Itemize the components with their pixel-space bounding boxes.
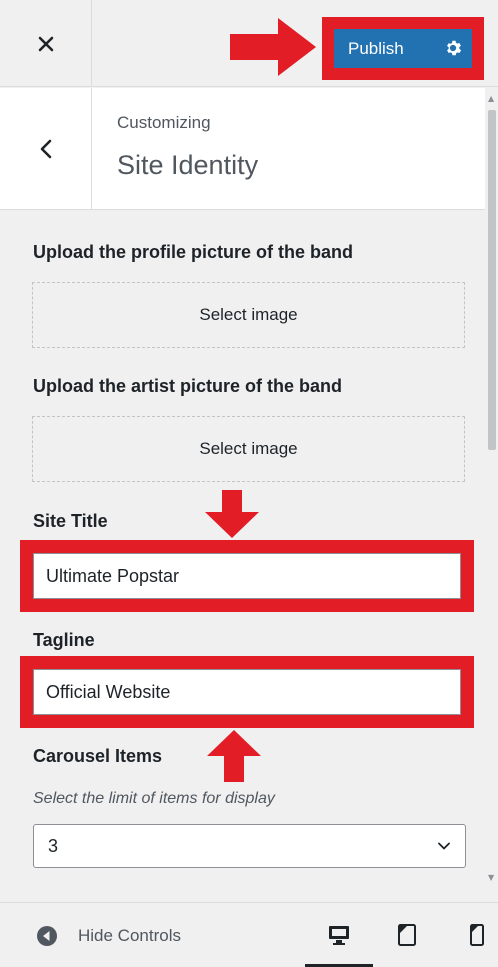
publish-button[interactable]: Publish <box>334 29 472 68</box>
annotation-arrow-down <box>205 490 259 538</box>
profile-select-image-button[interactable]: Select image <box>32 282 465 348</box>
collapse-icon <box>37 926 57 946</box>
gear-icon[interactable] <box>444 39 462 57</box>
carousel-items-label: Carousel Items <box>33 746 163 766</box>
customizer-header: Publish <box>0 0 498 87</box>
desktop-preview-button[interactable] <box>325 921 353 949</box>
section-title: Site Identity <box>117 150 259 180</box>
tagline-input[interactable]: Official Website <box>33 669 461 715</box>
scrollbar-thumb[interactable] <box>488 110 496 450</box>
artist-picture-label: Upload the artist picture of the band <box>33 376 343 396</box>
hide-controls-button[interactable]: Hide Controls <box>36 925 181 947</box>
site-title-label: Site Title <box>33 511 108 531</box>
tagline-label: Tagline <box>33 630 95 650</box>
close-button[interactable] <box>0 0 92 87</box>
tablet-preview-button[interactable] <box>393 921 421 949</box>
artist-select-image-button[interactable]: Select image <box>32 416 465 482</box>
breadcrumb: Customizing <box>117 113 211 132</box>
publish-highlight: Publish <box>322 17 484 80</box>
annotation-arrow-up <box>207 730 261 782</box>
mobile-icon <box>470 924 484 946</box>
desktop-icon <box>329 926 349 945</box>
profile-picture-label: Upload the profile picture of the band <box>33 242 354 262</box>
site-title-highlight: Ultimate Popstar <box>20 540 474 612</box>
scroll-down-icon[interactable]: ▼ <box>488 873 494 882</box>
customizer-footer: Hide Controls <box>0 902 498 967</box>
tablet-icon <box>398 924 416 946</box>
carousel-selected-value: 3 <box>48 835 59 856</box>
back-button[interactable] <box>0 88 92 209</box>
hide-controls-label: Hide Controls <box>78 926 181 945</box>
chevron-left-icon <box>40 139 51 158</box>
site-title-input[interactable]: Ultimate Popstar <box>33 553 461 599</box>
publish-label: Publish <box>348 38 404 58</box>
chevron-down-icon <box>438 842 450 850</box>
carousel-items-select[interactable]: 3 <box>33 824 466 868</box>
section-header: Customizing Site Identity <box>0 88 485 210</box>
carousel-description: Select the limit of items for display <box>33 790 275 807</box>
tagline-highlight: Official Website <box>20 656 474 728</box>
annotation-arrow-right <box>230 18 316 76</box>
close-icon <box>38 36 53 51</box>
mobile-preview-button[interactable] <box>463 921 491 949</box>
scroll-up-icon[interactable]: ▲ <box>488 94 494 103</box>
